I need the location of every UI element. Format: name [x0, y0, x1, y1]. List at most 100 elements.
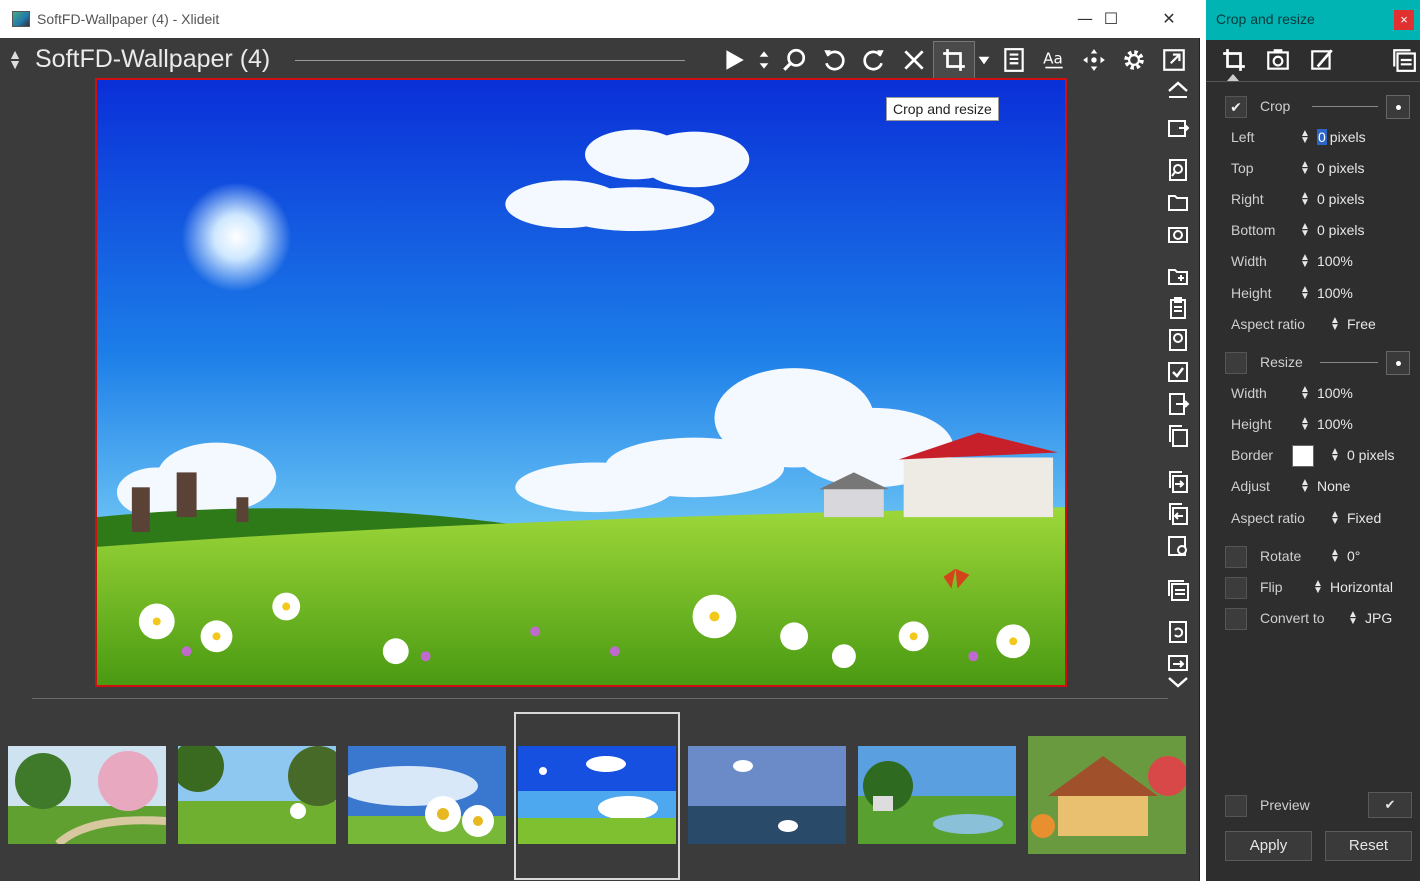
- scroll-up-button[interactable]: [1164, 76, 1192, 104]
- save-button[interactable]: [1164, 532, 1192, 560]
- thumbnail-item[interactable]: [8, 746, 166, 844]
- select-button[interactable]: [1164, 358, 1192, 386]
- spinner-arrows-icon[interactable]: ▲ ▼: [1330, 316, 1340, 333]
- spinner-arrows-icon[interactable]: ▲ ▼: [1300, 129, 1310, 146]
- crop-aspect-spinner[interactable]: ▲ ▼ Free: [1330, 316, 1376, 333]
- convert-value[interactable]: JPG: [1365, 610, 1392, 626]
- reset-button[interactable]: Reset: [1325, 831, 1412, 861]
- clipboard-button[interactable]: [1164, 294, 1192, 322]
- tab-batch[interactable]: [1388, 44, 1420, 76]
- crop-checkbox[interactable]: ✔: [1225, 96, 1247, 118]
- tab-save[interactable]: [1262, 44, 1294, 76]
- crop-bottom-spinner[interactable]: ▲ ▼ 0 pixels: [1300, 222, 1364, 239]
- import-button[interactable]: [1164, 114, 1192, 142]
- camera-button[interactable]: [1164, 220, 1192, 248]
- main-image[interactable]: [95, 78, 1067, 687]
- spinner-arrows-icon[interactable]: ▲ ▼: [1300, 160, 1310, 177]
- move-button[interactable]: [1074, 42, 1114, 78]
- maximize-button[interactable]: ☐: [1088, 4, 1134, 34]
- zoom-button[interactable]: [774, 42, 814, 78]
- crop-height-spinner[interactable]: ▲ ▼ 100%: [1300, 285, 1353, 302]
- rotate-left-button[interactable]: [814, 42, 854, 78]
- thumbnail-item[interactable]: [1028, 736, 1186, 854]
- crop-left-value[interactable]: 0: [1317, 129, 1327, 145]
- spinner-arrows-icon[interactable]: ▲ ▼: [1330, 548, 1340, 565]
- sort-arrows-icon[interactable]: ▲ ▼: [8, 47, 22, 71]
- thumbnail-item[interactable]: [858, 746, 1016, 844]
- resize-aspect-value[interactable]: Fixed: [1347, 510, 1381, 526]
- crop-bottom-value[interactable]: 0 pixels: [1317, 222, 1364, 238]
- thumbnail-item[interactable]: [688, 746, 846, 844]
- crop-aspect-value[interactable]: Free: [1347, 316, 1376, 332]
- thumbnail-item[interactable]: [348, 746, 506, 844]
- settings-button[interactable]: [1114, 42, 1154, 78]
- sort-button[interactable]: [754, 42, 774, 78]
- spinner-arrows-icon[interactable]: ▲ ▼: [1348, 610, 1358, 627]
- spinner-arrows-icon[interactable]: ▲ ▼: [1300, 416, 1310, 433]
- crop-button[interactable]: [933, 41, 975, 79]
- gallery-button[interactable]: [1164, 576, 1192, 604]
- spinner-arrows-icon[interactable]: ▲ ▼: [1300, 222, 1310, 239]
- open-folder-button[interactable]: [1164, 188, 1192, 216]
- resize-adjust-spinner[interactable]: ▲ ▼ None: [1300, 478, 1350, 495]
- flip-value[interactable]: Horizontal: [1330, 579, 1393, 595]
- spinner-arrows-icon[interactable]: ▲ ▼: [1300, 385, 1310, 402]
- crop-left-spinner[interactable]: ▲ ▼ 0 pixels: [1300, 129, 1366, 146]
- export-button[interactable]: [1164, 390, 1192, 418]
- rotate-value[interactable]: 0°: [1347, 548, 1360, 564]
- open-external-button[interactable]: [1154, 42, 1194, 78]
- resize-height-value[interactable]: 100%: [1317, 416, 1353, 432]
- crop-width-value[interactable]: 100%: [1317, 253, 1353, 269]
- panel-close-button[interactable]: ×: [1394, 10, 1414, 30]
- flip-spinner[interactable]: ▲ ▼ Horizontal: [1313, 579, 1393, 596]
- resize-adjust-value[interactable]: None: [1317, 478, 1350, 494]
- crop-width-spinner[interactable]: ▲ ▼ 100%: [1300, 253, 1353, 270]
- convert-spinner[interactable]: ▲ ▼ JPG: [1348, 610, 1392, 627]
- spinner-arrows-icon[interactable]: ▲ ▼: [1300, 478, 1310, 495]
- text-button[interactable]: Aa: [1034, 42, 1074, 78]
- resize-height-spinner[interactable]: ▲ ▼ 100%: [1300, 416, 1353, 433]
- crop-options-button[interactable]: [1386, 95, 1410, 119]
- rotate-spinner[interactable]: ▲ ▼ 0°: [1330, 548, 1360, 565]
- close-window-button[interactable]: ✕: [1146, 4, 1192, 34]
- crop-height-value[interactable]: 100%: [1317, 285, 1353, 301]
- spinner-arrows-icon[interactable]: ▲ ▼: [1300, 285, 1310, 302]
- spinner-arrows-icon[interactable]: ▲ ▼: [1330, 510, 1340, 527]
- border-color-swatch[interactable]: [1292, 445, 1314, 467]
- refresh-button[interactable]: [1164, 618, 1192, 646]
- rotate-checkbox[interactable]: [1225, 546, 1247, 568]
- resize-border-value[interactable]: 0 pixels: [1347, 447, 1394, 463]
- copy-to-button[interactable]: [1164, 500, 1192, 528]
- apply-button[interactable]: Apply: [1225, 831, 1312, 861]
- resize-options-button[interactable]: [1386, 351, 1410, 375]
- resize-border-spinner[interactable]: ▲ ▼ 0 pixels: [1330, 447, 1394, 464]
- preview-checkbox[interactable]: [1225, 795, 1247, 817]
- copy-button[interactable]: [1164, 422, 1192, 450]
- move-to-button[interactable]: [1164, 468, 1192, 496]
- info-button[interactable]: [994, 42, 1034, 78]
- spinner-arrows-icon[interactable]: ▲ ▼: [1330, 447, 1340, 464]
- thumbnail-item[interactable]: [178, 746, 336, 844]
- spinner-arrows-icon[interactable]: ▲ ▼: [1300, 191, 1310, 208]
- preview-confirm-button[interactable]: ✔: [1368, 792, 1412, 818]
- delete-button[interactable]: [894, 42, 934, 78]
- flip-checkbox[interactable]: [1225, 577, 1247, 599]
- convert-checkbox[interactable]: [1225, 608, 1247, 630]
- scroll-down-button[interactable]: [1164, 666, 1192, 694]
- preview-button[interactable]: [1164, 326, 1192, 354]
- crop-right-spinner[interactable]: ▲ ▼ 0 pixels: [1300, 191, 1364, 208]
- crop-right-value[interactable]: 0 pixels: [1317, 191, 1364, 207]
- crop-top-spinner[interactable]: ▲ ▼ 0 pixels: [1300, 160, 1364, 177]
- tab-adjust[interactable]: [1306, 44, 1338, 76]
- resize-checkbox[interactable]: [1225, 352, 1247, 374]
- dropdown-button[interactable]: [974, 42, 994, 78]
- new-folder-button[interactable]: [1164, 262, 1192, 290]
- spinner-arrows-icon[interactable]: ▲ ▼: [1313, 579, 1323, 596]
- resize-width-value[interactable]: 100%: [1317, 385, 1353, 401]
- crop-top-value[interactable]: 0 pixels: [1317, 160, 1364, 176]
- rotate-right-button[interactable]: [854, 42, 894, 78]
- play-button[interactable]: [714, 42, 754, 78]
- spinner-arrows-icon[interactable]: ▲ ▼: [1300, 253, 1310, 270]
- resize-aspect-spinner[interactable]: ▲ ▼ Fixed: [1330, 510, 1381, 527]
- resize-width-spinner[interactable]: ▲ ▼ 100%: [1300, 385, 1353, 402]
